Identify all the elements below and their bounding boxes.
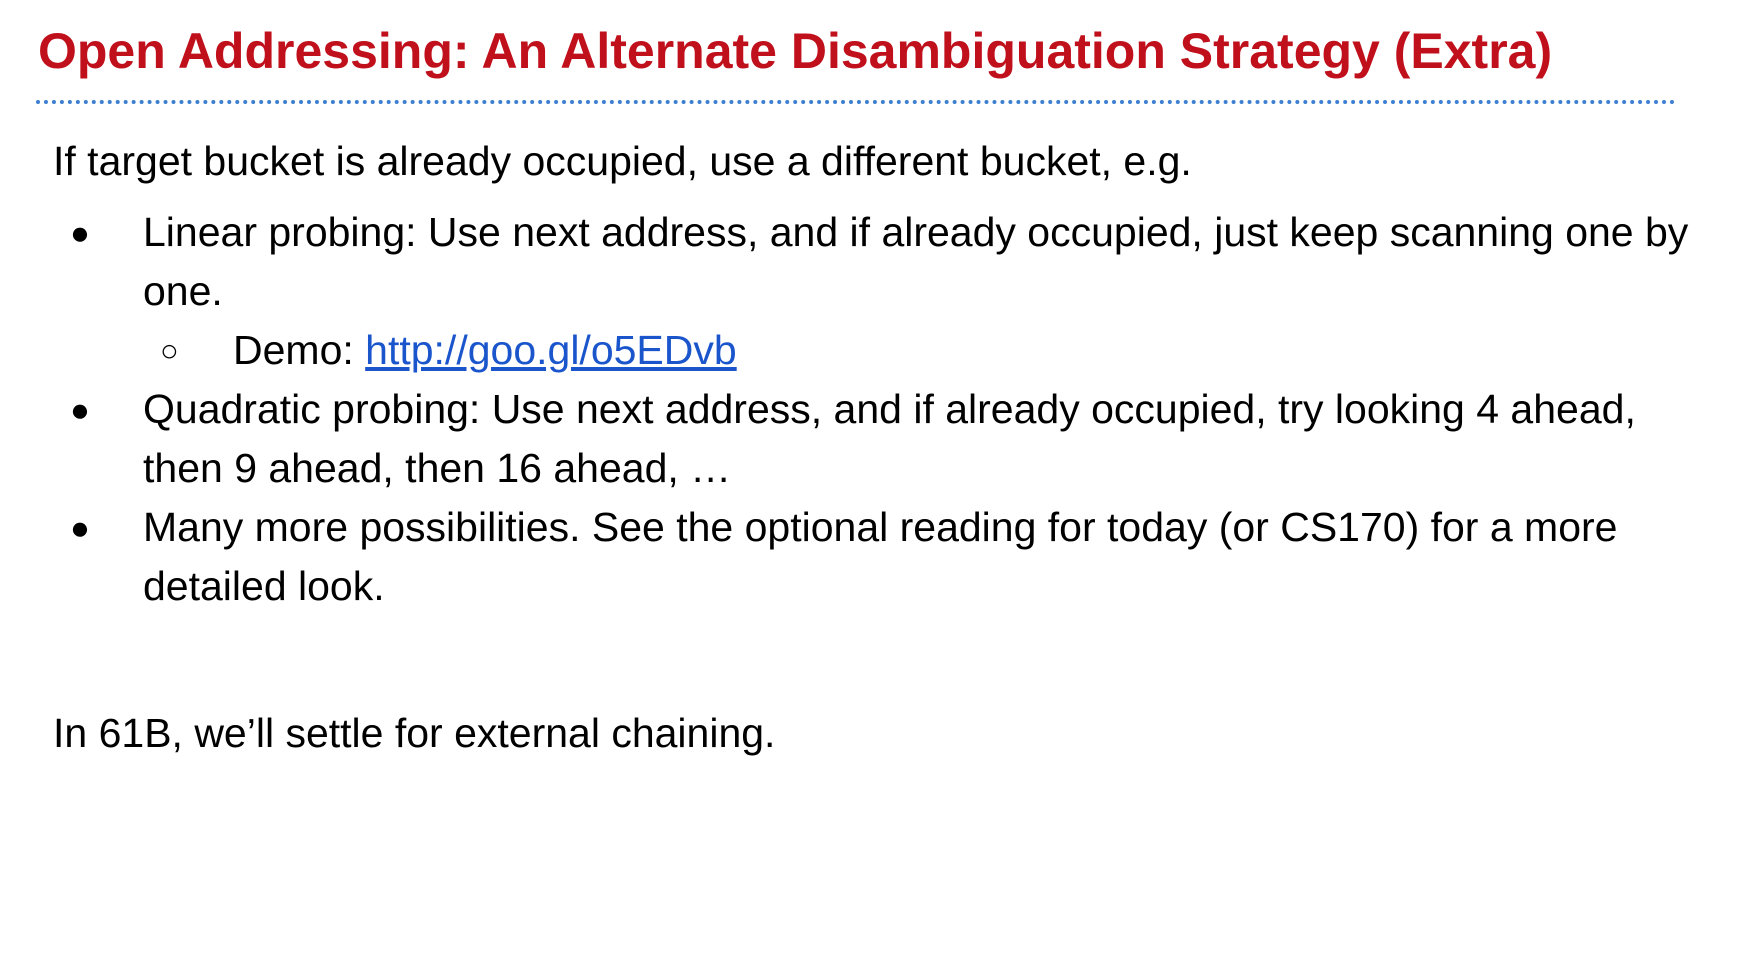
sub-bullet-demo: ○ Demo: http://goo.gl/o5EDvb — [143, 321, 1713, 380]
bullet-text: Linear probing: Use next address, and if… — [143, 209, 1689, 314]
closing-text: In 61B, we’ll settle for external chaini… — [53, 710, 776, 756]
bullet-list: ● Linear probing: Use next address, and … — [53, 203, 1713, 616]
demo-label: Demo: — [233, 327, 366, 373]
bullet-dot-icon: ● — [70, 391, 90, 428]
bullet-text: Quadratic probing: Use next address, and… — [143, 386, 1636, 491]
bullet-dot-icon: ● — [70, 214, 90, 251]
slide-body: If target bucket is already occupied, us… — [53, 132, 1713, 763]
demo-link[interactable]: http://goo.gl/o5EDvb — [365, 327, 737, 373]
bullet-linear-probing: ● Linear probing: Use next address, and … — [53, 203, 1713, 380]
sub-bullet-list: ○ Demo: http://goo.gl/o5EDvb — [143, 321, 1713, 380]
intro-text: If target bucket is already occupied, us… — [53, 138, 1192, 184]
bullet-text: Many more possibilities. See the optiona… — [143, 504, 1618, 609]
bullet-more-possibilities: ● Many more possibilities. See the optio… — [53, 498, 1713, 616]
bullet-quadratic-probing: ● Quadratic probing: Use next address, a… — [53, 380, 1713, 498]
bullet-dot-icon: ● — [70, 509, 90, 546]
bullet-circle-icon: ○ — [160, 333, 179, 368]
title-divider — [36, 100, 1676, 104]
slide-title: Open Addressing: An Alternate Disambigua… — [38, 23, 1553, 79]
